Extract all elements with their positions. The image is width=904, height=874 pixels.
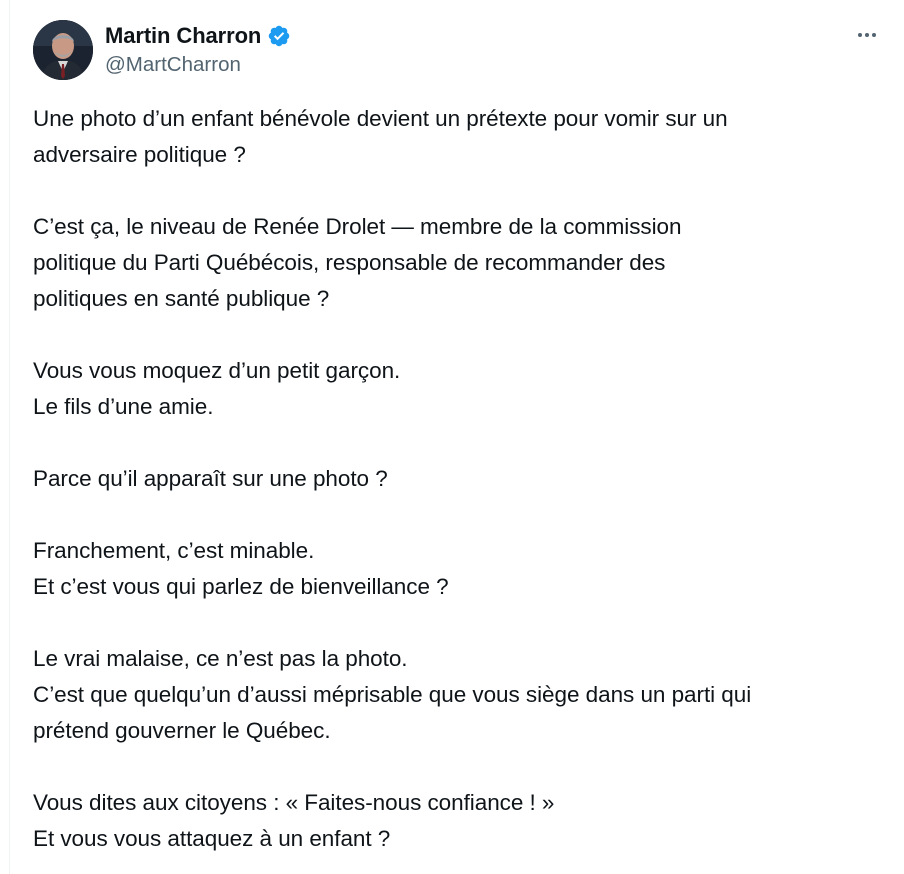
tweet-header: Martin Charron @MartCharron xyxy=(33,20,882,82)
timeline-divider xyxy=(9,0,10,874)
tweet-paragraph: Une photo d’un enfant bénévole devient u… xyxy=(33,106,728,167)
author-names: Martin Charron @MartCharron xyxy=(105,22,291,77)
tweet-paragraph: Vous dites aux citoyens : « Faites-nous … xyxy=(33,790,555,851)
more-horizontal-icon xyxy=(858,33,876,37)
tweet-paragraph: Franchement, c’est minable. Et c’est vou… xyxy=(33,538,449,599)
display-name-row: Martin Charron xyxy=(105,22,291,50)
avatar-photo xyxy=(33,20,93,80)
author-handle[interactable]: @MartCharron xyxy=(105,53,291,77)
more-options-button[interactable] xyxy=(852,22,882,48)
tweet-paragraph: C’est ça, le niveau de Renée Drolet — me… xyxy=(33,214,682,311)
display-name[interactable]: Martin Charron xyxy=(105,23,261,49)
tweet-paragraph: Vous vous moquez d’un petit garçon. Le f… xyxy=(33,358,401,419)
tweet-paragraph: Parce qu’il apparaît sur une photo ? xyxy=(33,466,388,491)
avatar[interactable] xyxy=(33,20,93,80)
tweet-paragraph: Le vrai malaise, ce n’est pas la photo. … xyxy=(33,646,752,743)
tweet-text: Une photo d’un enfant bénévole devient u… xyxy=(33,101,883,857)
verified-badge-icon[interactable] xyxy=(267,24,291,48)
